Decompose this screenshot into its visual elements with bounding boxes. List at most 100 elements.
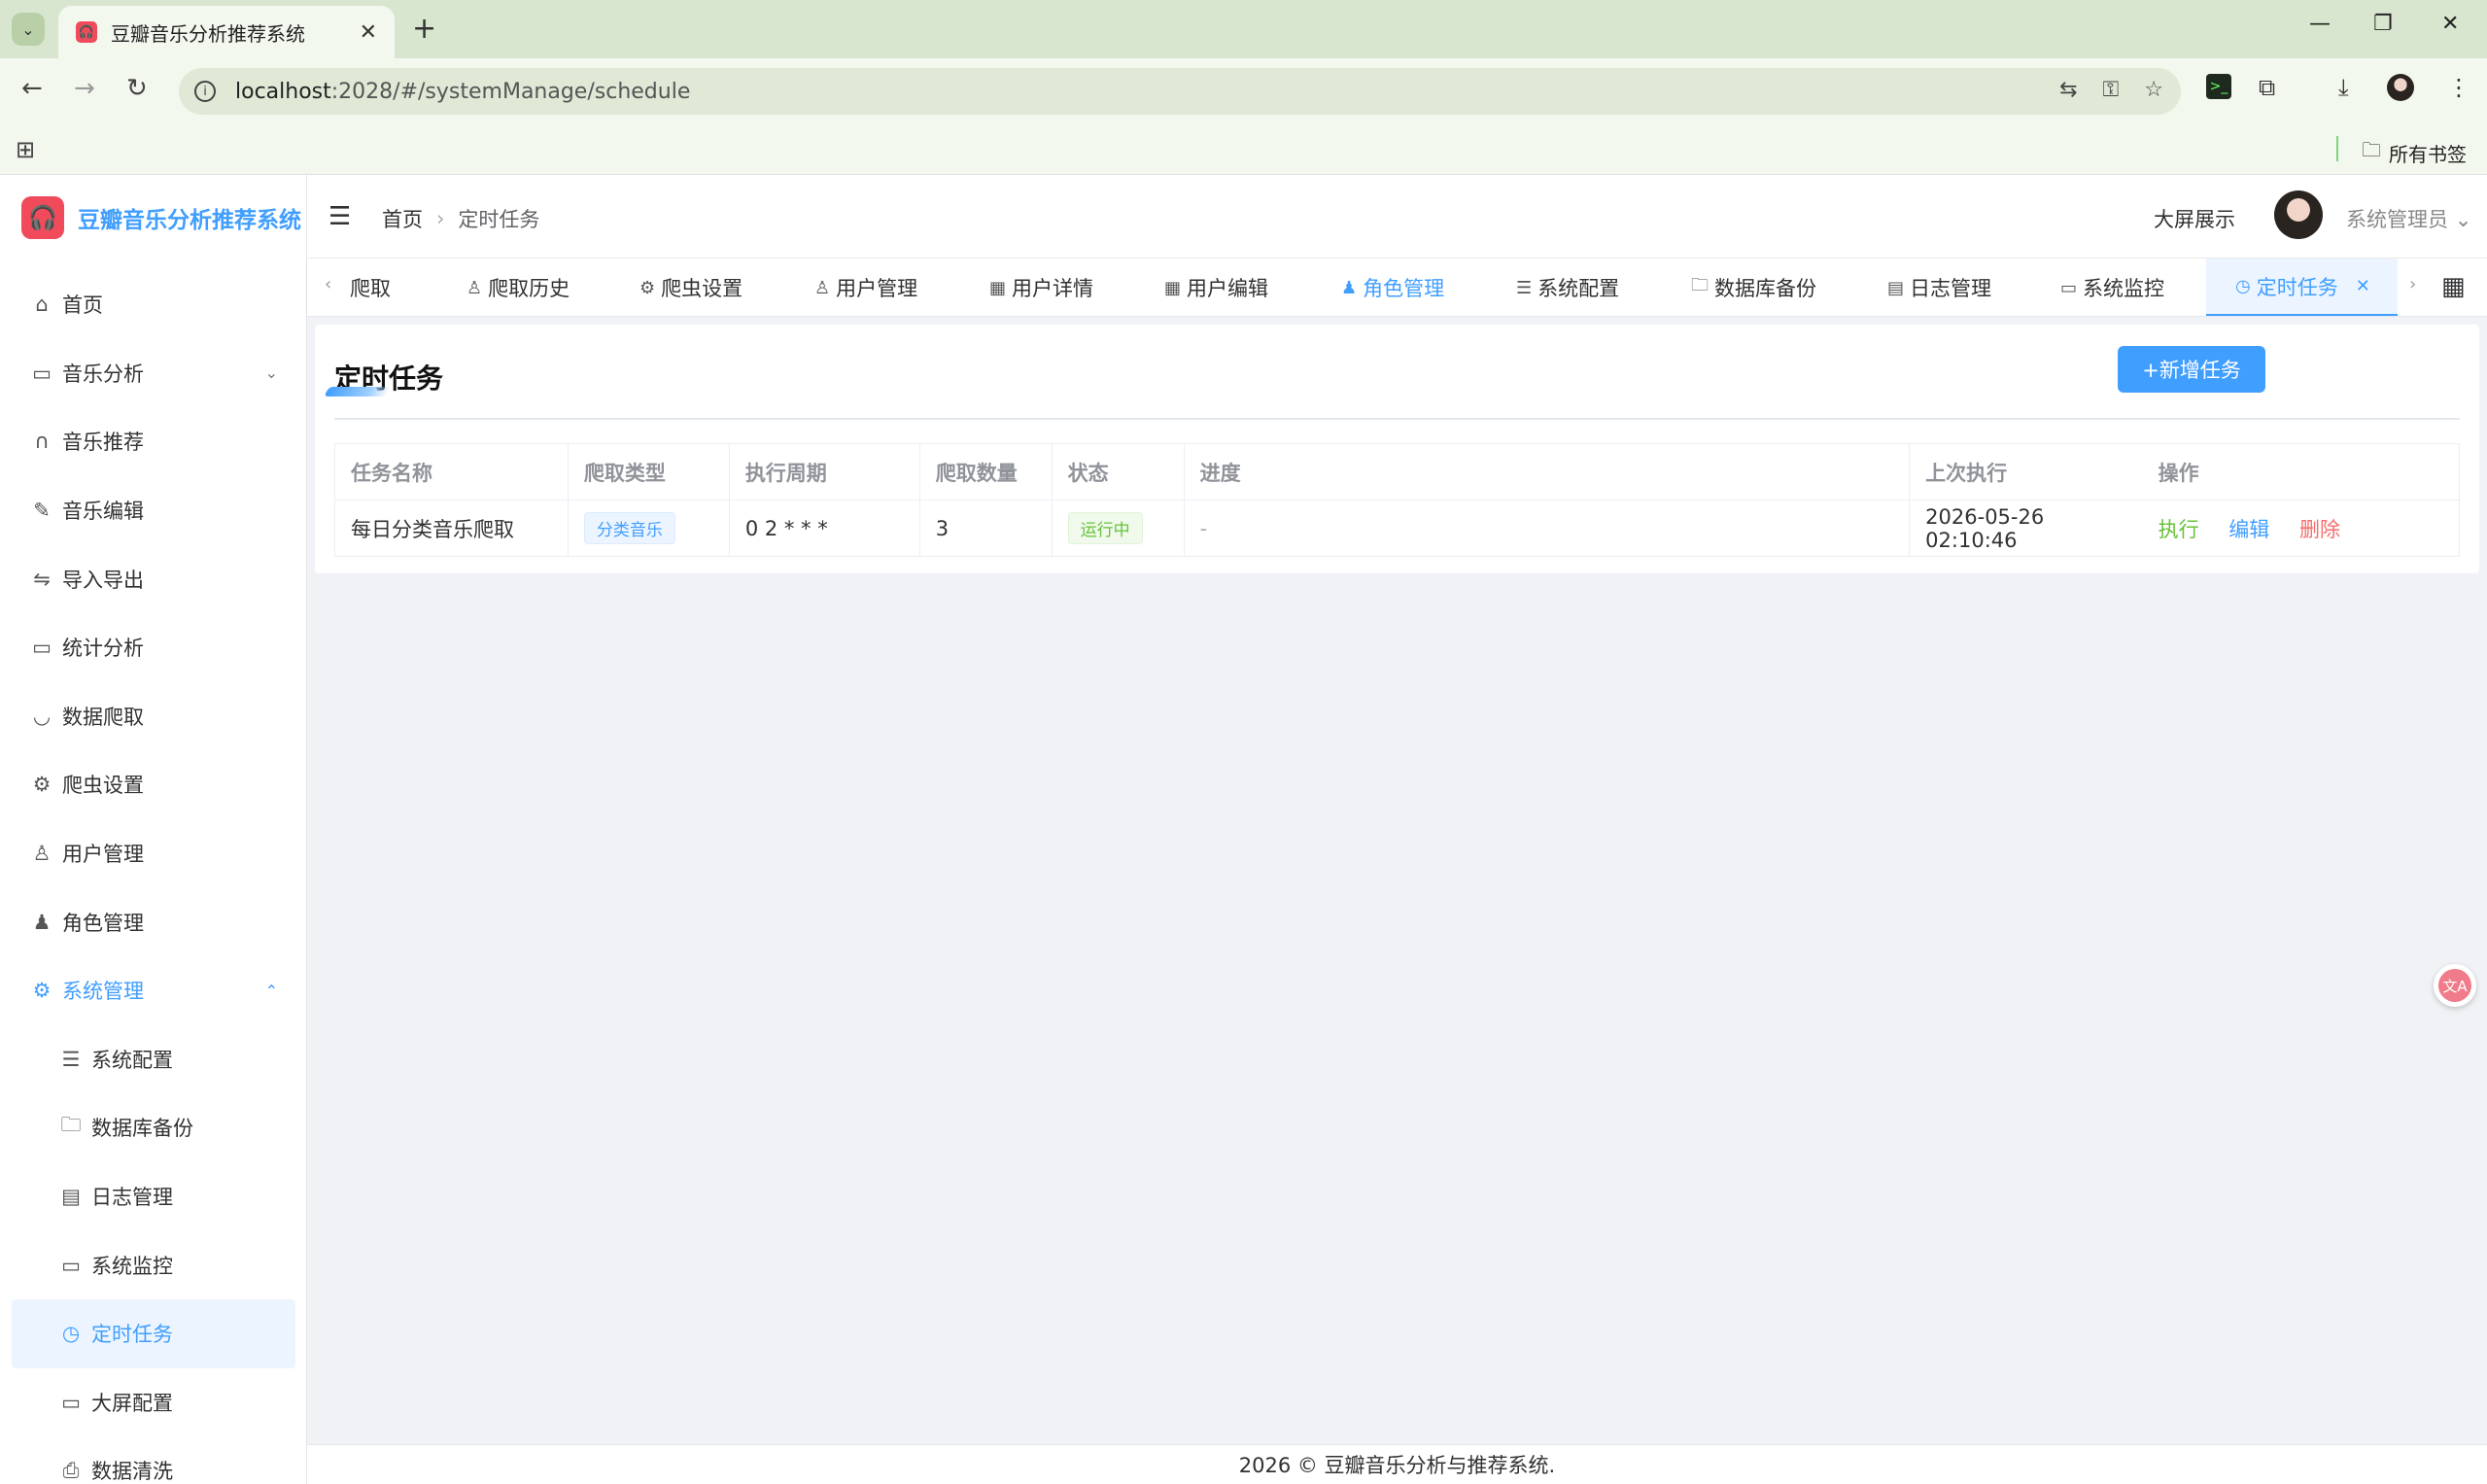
sidebar-item-label: 爬虫设置 (62, 774, 144, 798)
sidebar-item-label: 大屏配置 (91, 1391, 173, 1415)
sidebar-item-label: 系统监控 (91, 1254, 173, 1278)
avatar[interactable] (2274, 190, 2323, 239)
sidebar-item-label: 系统管理 (62, 980, 144, 1004)
tag-label: 系统配置 (1537, 277, 1620, 300)
sidebar-subitem-data-cleaning[interactable]: ⎙ 数据清洗 (0, 1436, 307, 1484)
translate-icon[interactable]: ⇆ (2059, 78, 2077, 102)
tag-crawl-history[interactable]: ♙ 爬取历史 (466, 259, 570, 316)
col-header-count: 爬取数量 (919, 443, 1053, 500)
run-button[interactable]: 执行 (2159, 518, 2199, 541)
sidebar-subitem-screen-config[interactable]: ▭ 大屏配置 (0, 1368, 307, 1437)
user-menu[interactable]: 系统管理员 ⌄ (2346, 204, 2471, 233)
tasks-table: 任务名称 爬取类型 执行周期 爬取数量 状态 进度 上次执行 操作 每日分类音乐… (334, 443, 2460, 557)
sidebar-item-music-analysis[interactable]: ▭ 音乐分析 ⌄ (0, 339, 307, 408)
tag-user-edit[interactable]: ▦ 用户编辑 (1164, 259, 1269, 316)
back-arrow-icon[interactable]: ← (21, 74, 43, 103)
gear-icon: ⚙ (32, 773, 52, 797)
window-close-icon[interactable]: ✕ (2441, 12, 2459, 36)
sidebar: 🎧 豆瓣音乐分析推荐系统 ⌂ 首页 ▭ 音乐分析 ⌄ ∩ 音乐推荐 ✎ 音乐编辑 ⇋ 导入导… (0, 175, 307, 1484)
chevron-up-icon: ⌃ (264, 981, 278, 1000)
tag-label: 爬取 (350, 277, 391, 300)
progress-value: - (1199, 516, 1208, 540)
browser-tab-active[interactable]: 🎧 豆瓣音乐分析推荐系统 ✕ (58, 6, 395, 58)
key-icon[interactable]: ⚿ (2103, 78, 2120, 102)
tag-user-management[interactable]: ♙ 用户管理 (814, 259, 917, 316)
extensions-puzzle-icon[interactable]: ⧉ (2259, 74, 2275, 101)
all-bookmarks[interactable]: 🗀 所有书签 (2362, 136, 2467, 169)
col-header-progress: 进度 (1184, 443, 1911, 500)
sidebar-subitem-system-monitor[interactable]: ▭ 系统监控 (0, 1230, 307, 1299)
logo-text: 豆瓣音乐分析推荐系统 (78, 208, 301, 233)
app-logo[interactable]: 🎧 豆瓣音乐分析推荐系统 (21, 196, 301, 239)
footer: 2026 © 豆瓣音乐分析与推荐系统. (307, 1444, 2487, 1484)
floating-translate-button[interactable]: 文A (2434, 964, 2476, 1007)
edit-button[interactable]: 编辑 (2228, 518, 2269, 541)
url-text: localhost:2028/#/systemManage/schedule (235, 79, 691, 104)
sidebar-item-crawler-settings[interactable]: ⚙ 爬虫设置 (0, 750, 307, 819)
gear-icon: ⚙ (639, 277, 656, 298)
sidebar-item-music-recommend[interactable]: ∩ 音乐推荐 (0, 407, 307, 476)
apps-grid-icon[interactable]: ⊞ (16, 136, 35, 163)
download-icon[interactable]: ⤓ (2338, 74, 2349, 101)
sidebar-item-user-management[interactable]: ♙ 用户管理 (0, 819, 307, 888)
menu-toggle-icon[interactable]: ☰ (328, 202, 351, 231)
tags-scroll-right-icon[interactable]: › (2409, 274, 2416, 294)
grid-icon: ▦ (1164, 277, 1182, 298)
tab-search-button[interactable]: ⌄ (12, 13, 45, 46)
address-bar[interactable]: i localhost:2028/#/systemManage/schedule… (179, 68, 2181, 115)
tag-db-backup[interactable]: 🗀 数据库备份 (1691, 259, 1816, 316)
site-info-icon[interactable]: i (194, 81, 216, 102)
tag-crawler-settings[interactable]: ⚙ 爬虫设置 (639, 259, 743, 316)
bookmark-star-icon[interactable]: ☆ (2144, 78, 2163, 102)
tag-system-monitor[interactable]: ▭ 系统监控 (2060, 259, 2164, 316)
profile-avatar-icon[interactable] (2387, 74, 2414, 101)
tag-scheduled-tasks[interactable]: ◷ 定时任务 ✕ (2206, 259, 2398, 316)
sidebar-item-statistics[interactable]: ▭ 统计分析 (0, 613, 307, 682)
minimize-icon[interactable]: — (2309, 12, 2331, 36)
sidebar-subitem-log-management[interactable]: ▤ 日志管理 (0, 1162, 307, 1231)
tag-crawl[interactable]: 爬取 (350, 259, 391, 316)
sidebar-item-label: 音乐编辑 (62, 500, 144, 524)
tag-label: 定时任务 (2256, 275, 2338, 299)
new-tab-button[interactable]: + (412, 12, 436, 46)
chevron-down-icon: ⌄ (264, 363, 278, 383)
reload-icon[interactable]: ↻ (126, 74, 148, 103)
add-task-button[interactable]: +新增任务 (2118, 346, 2265, 393)
sidebar-item-music-edit[interactable]: ✎ 音乐编辑 (0, 476, 307, 545)
sidebar-subitem-scheduled-tasks[interactable]: ◷ 定时任务 (12, 1298, 295, 1368)
sidebar-item-data-crawl[interactable]: ◡ 数据爬取 (0, 682, 307, 751)
tag-log-management[interactable]: ▤ 日志管理 (1887, 259, 1991, 316)
sidebar-item-label: 数据爬取 (62, 705, 144, 729)
breadcrumb: 首页 › 定时任务 (382, 204, 539, 233)
tag-label: 用户编辑 (1187, 277, 1269, 300)
close-icon[interactable]: ✕ (2356, 276, 2370, 296)
terminal-extension-icon[interactable]: >_ (2206, 74, 2231, 99)
sidebar-item-system-management[interactable]: ⚙ 系统管理 ⌃ (0, 956, 307, 1025)
more-vertical-icon[interactable]: ⋮ (2447, 74, 2470, 101)
tag-label: 爬取历史 (488, 277, 570, 300)
sidebar-item-home[interactable]: ⌂ 首页 (0, 270, 307, 339)
restore-icon[interactable]: ❐ (2373, 12, 2393, 36)
folder-icon: 🗀 (1691, 275, 1709, 295)
headphones-icon: ∩ (34, 430, 50, 454)
delete-button[interactable]: 删除 (2299, 518, 2340, 541)
folder-icon: 🗀 (60, 1112, 82, 1136)
sidebar-item-role-management[interactable]: ♟ 角色管理 (0, 887, 307, 956)
task-name: 每日分类音乐爬取 (334, 500, 569, 557)
sidebar-item-import-export[interactable]: ⇋ 导入导出 (0, 544, 307, 613)
big-screen-link[interactable]: 大屏展示 (2154, 204, 2235, 233)
folder-icon: 🗀 (2362, 138, 2381, 161)
forward-arrow-icon[interactable]: → (74, 74, 95, 103)
sidebar-subitem-system-config[interactable]: ☰ 系统配置 (0, 1025, 307, 1094)
close-tab-icon[interactable]: ✕ (360, 20, 377, 45)
tag-label: 用户详情 (1012, 277, 1094, 300)
tag-user-detail[interactable]: ▦ 用户详情 (989, 259, 1094, 316)
breadcrumb-home[interactable]: 首页 (382, 204, 423, 233)
tags-menu-grid-icon[interactable]: ▦ (2441, 272, 2466, 301)
table-header-row: 任务名称 爬取类型 执行周期 爬取数量 状态 进度 上次执行 操作 (334, 443, 2460, 500)
tag-system-config[interactable]: ☰ 系统配置 (1516, 259, 1620, 316)
tag-role-management[interactable]: ♟ 角色管理 (1341, 259, 1444, 316)
schedule-card: 定时任务 +新增任务 任务名称 爬取类型 执行周期 爬取数量 状态 进度 上次执… (315, 325, 2479, 573)
sidebar-subitem-db-backup[interactable]: 🗀 数据库备份 (0, 1093, 307, 1162)
all-bookmarks-label: 所有书签 (2389, 142, 2467, 166)
